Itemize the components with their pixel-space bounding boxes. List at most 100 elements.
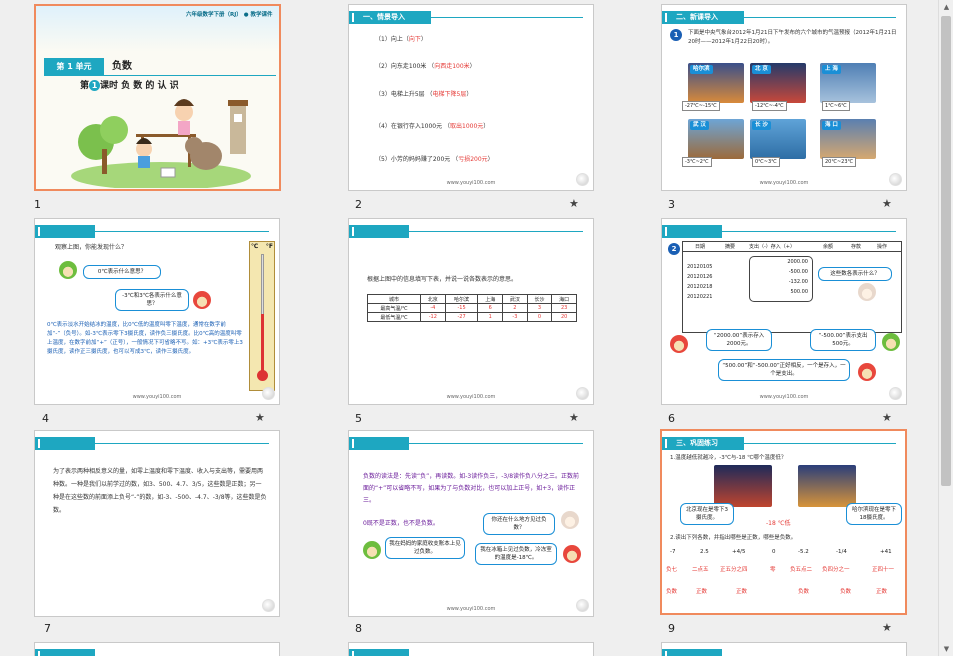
city-name: 北 京: [752, 65, 771, 74]
amount-column: 2000.00 -500.00 -132.00 500.00: [749, 256, 813, 302]
slide-7-thumbnail[interactable]: 为了表示两种相反意义的量，如零上温度和零下温度、收入与支出等，需要用两种数。一种…: [34, 430, 280, 617]
thermometer-icon: ℃ °F: [249, 241, 275, 391]
slide-1-number: 1: [34, 198, 41, 211]
temperature-table: 城市 北京 哈尔滨 上海 武汉 长沙 海口 最高气温/℃ -4 -15 6 2 …: [367, 294, 577, 322]
table-cell: 6: [477, 303, 504, 313]
header-line: [744, 443, 896, 444]
slide-6-thumbnail[interactable]: 2 日期 摘要 支出（-）存入（+） 余额 存款 操作 20120105 2012…: [661, 218, 907, 405]
column-header: 上海: [477, 294, 504, 304]
city-name: 哈尔滨: [690, 65, 713, 74]
column-header: 哈尔滨: [444, 294, 479, 304]
column-header: 长沙: [526, 294, 553, 304]
intro-item-4: （4）在银行存入1000元 （取出1000元）: [375, 123, 490, 130]
slide-5-thumbnail[interactable]: 根据上图中的信息填写下表，并说一说各数表示的意思。 城市 北京 哈尔滨 上海 武…: [348, 218, 594, 405]
exercise-1: 1.温度越低就越冷，-3℃与-18 ℃哪个温度低？: [670, 455, 787, 461]
slide-9-thumbnail[interactable]: 三、巩固练习 1.温度越低就越冷，-3℃与-18 ℃哪个温度低？ 北京现在是零下…: [660, 429, 907, 615]
table-cell: 20: [551, 312, 577, 322]
animation-star-icon[interactable]: ★: [882, 412, 892, 423]
slide-footer: www.youyi100.com: [446, 180, 496, 186]
table-cell: 0: [526, 312, 553, 322]
slide-1-thumbnail[interactable]: 六年级数学下册（RJ） ● 教学课件 第 1 单元 负数 第 1 课时 负 数 的 …: [34, 4, 281, 191]
orange-character-icon: [563, 545, 581, 563]
bankbook-header: 日期 摘要 支出（-）存入（+） 余额 存款 操作: [683, 242, 901, 252]
animation-star-icon[interactable]: ★: [569, 198, 579, 209]
column-header: 海口: [551, 294, 577, 304]
fahrenheit-label: °F: [265, 243, 273, 250]
slide-3-number: 3: [668, 198, 675, 211]
section-header: [349, 649, 409, 656]
slide-8-thumbnail[interactable]: 负数的读法是：先读“负”，再读数。如-3读作负三，-3/8读作负八分之三。正数前…: [348, 430, 594, 617]
animation-star-icon[interactable]: ★: [255, 412, 265, 423]
page-curl-icon: [889, 387, 902, 400]
slide-footer: www.youyi100.com: [446, 394, 496, 400]
slide-10-thumbnail[interactable]: [34, 642, 280, 656]
lesson-title: 第 1 课时 负 数 的 认 识: [80, 80, 179, 91]
slide-2-thumbnail[interactable]: 一、情景导入 （1）向上（向下） （2）向东走100米 （向西走100米） （3…: [348, 4, 594, 191]
city-temp: -3℃~2℃: [682, 157, 712, 167]
table-header-row: 城市 北京 哈尔滨 上海 武汉 长沙 海口: [367, 294, 577, 304]
city-name: 海 口: [822, 121, 841, 130]
slide-7-number: 7: [44, 622, 51, 635]
column-header: 北京: [420, 294, 446, 304]
speech-bubble: 我在冰箱上见过负数，冷冻室的温度是-18℃。: [475, 543, 557, 565]
slide-3-thumbnail[interactable]: 二、新课导入 1 下面是中央气象台2012年1月21日下午发布的六个城市的气温预…: [661, 4, 907, 191]
header-line: [744, 17, 896, 18]
vertical-scrollbar[interactable]: ▲ ▼: [938, 0, 953, 656]
table-cell: 3: [526, 303, 553, 313]
slide-1-header: 六年级数学下册（RJ） ● 教学课件: [186, 12, 273, 18]
slide-4-number: 4: [42, 412, 49, 425]
scrollbar-thumb[interactable]: [941, 16, 951, 486]
harbin-photo: [798, 465, 856, 507]
slide-4-thumbnail[interactable]: 观察上图，你能发现什么？ 0℃表示什么意思？ -3℃和3℃各表示什么意思？ 0℃…: [34, 218, 280, 405]
speech-bubble: 北京现在是零下3摄氏度。: [680, 503, 734, 525]
slide-2-number: 2: [355, 198, 362, 211]
page-curl-icon: [262, 387, 275, 400]
city-name: 长 沙: [752, 121, 771, 130]
animation-star-icon[interactable]: ★: [569, 412, 579, 423]
table-row: 最低气温/℃ -12 -27 1 -3 0 20: [367, 312, 577, 322]
city-name: 武 汉: [690, 121, 709, 130]
row-label: 最高气温/℃: [367, 303, 421, 313]
slide-11-thumbnail[interactable]: [348, 642, 594, 656]
divider: [44, 75, 276, 76]
section-header: [35, 225, 95, 238]
section-header: [349, 225, 409, 238]
header-line: [431, 17, 583, 18]
section-header: [662, 649, 722, 656]
slide-9-number: 9: [668, 622, 675, 635]
scroll-up-icon[interactable]: ▲: [939, 0, 953, 14]
section-header: 一、情景导入: [349, 11, 431, 24]
animation-star-icon[interactable]: ★: [882, 198, 892, 209]
slide-6-number: 6: [668, 412, 675, 425]
definition-paragraph: 0℃表示淡水开始结冰的温度，比0℃低的温度叫零下温度，通常在数字前加“-”（负号…: [47, 322, 243, 355]
unit-title: 负数: [112, 61, 132, 72]
city-temp: -27℃~-15℃: [682, 101, 720, 111]
header-line: [722, 231, 896, 232]
section-header: 三、巩固练习: [662, 437, 744, 450]
green-character-icon: [59, 261, 77, 279]
slide-12-thumbnail[interactable]: [661, 642, 907, 656]
header-line: [409, 443, 583, 444]
slide-5-number: 5: [355, 412, 362, 425]
example-badge: 1: [670, 29, 682, 41]
question: 观察上图，你能发现什么？: [55, 244, 128, 251]
table-cell: 23: [551, 303, 577, 313]
header-line: [95, 443, 269, 444]
unit-label: 第 1 单元: [44, 58, 104, 75]
speech-bubble: “500.00”和“-500.00”正好相反，一个是存入，一个是支出。: [718, 359, 850, 381]
scroll-down-icon[interactable]: ▼: [939, 642, 953, 656]
city-temp: 0℃~3℃: [752, 157, 780, 167]
reading-rule: 负数的读法是：先读“负”，再读数。如-3读作负三，-3/8读作负八分之三。正数前…: [363, 473, 580, 504]
section-header: [35, 649, 95, 656]
answer-1: -18 ℃低: [766, 520, 791, 527]
section-header: [35, 437, 95, 450]
slide-footer: www.youyi100.com: [446, 606, 496, 612]
page-curl-icon: [576, 173, 589, 186]
intro-item-3: （3）电梯上升5层 （电梯下降5层）: [375, 91, 473, 98]
animation-star-icon[interactable]: ★: [882, 622, 892, 633]
table-cell: -3: [502, 312, 528, 322]
speech-bubble: -3℃和3℃各表示什么意思？: [115, 289, 189, 311]
white-character-icon: [561, 511, 579, 529]
table-row: 最高气温/℃ -4 -15 6 2 3 23: [367, 303, 577, 313]
white-character-icon: [858, 283, 876, 301]
